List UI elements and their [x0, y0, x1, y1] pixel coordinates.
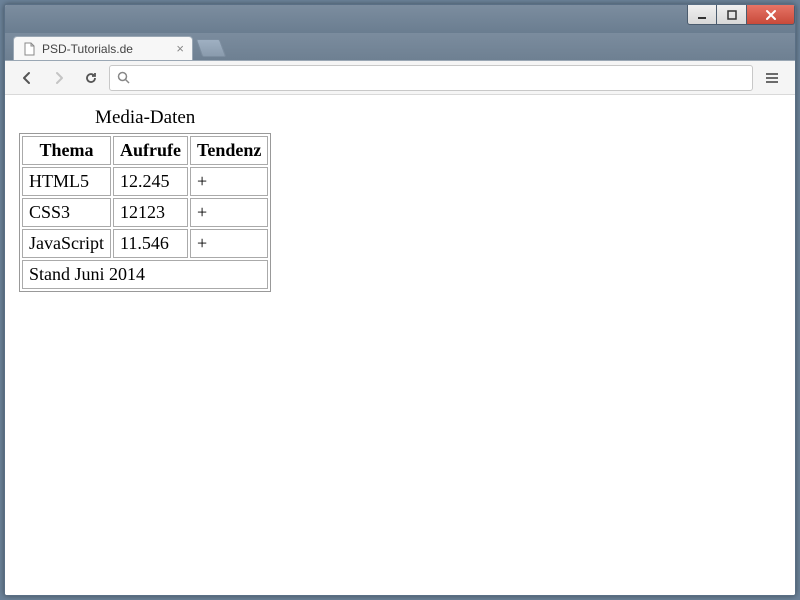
table-footer-row: Stand Juni 2014 [22, 260, 268, 289]
col-aufrufe: Aufrufe [113, 136, 188, 165]
minimize-button[interactable] [687, 5, 717, 25]
col-thema: Thema [22, 136, 111, 165]
tabstrip: PSD-Tutorials.de × [5, 33, 795, 61]
col-tendenz: Tendenz [190, 136, 268, 165]
maximize-button[interactable] [717, 5, 747, 25]
table-row: JavaScript 11.546 + [22, 229, 268, 258]
back-button[interactable] [13, 65, 41, 91]
forward-button[interactable] [45, 65, 73, 91]
cell-thema: CSS3 [22, 198, 111, 227]
cell-tendenz: + [190, 229, 268, 258]
browser-window: PSD-Tutorials.de × Media-Daten T [4, 4, 796, 596]
address-bar[interactable] [109, 65, 753, 91]
cell-thema: JavaScript [22, 229, 111, 258]
tab-title: PSD-Tutorials.de [42, 42, 170, 56]
table-row: HTML5 12.245 + [22, 167, 268, 196]
menu-button[interactable] [757, 65, 787, 91]
search-icon [116, 71, 130, 85]
table-row: CSS3 12123 + [22, 198, 268, 227]
reload-button[interactable] [77, 65, 105, 91]
close-button[interactable] [747, 5, 795, 25]
new-tab-button[interactable] [196, 39, 227, 57]
table-header-row: Thema Aufrufe Tendenz [22, 136, 268, 165]
table-caption: Media-Daten [19, 105, 271, 133]
cell-aufrufe: 12.245 [113, 167, 188, 196]
browser-tab[interactable]: PSD-Tutorials.de × [13, 36, 193, 60]
titlebar [5, 5, 795, 33]
media-table: Media-Daten Thema Aufrufe Tendenz HTML5 … [19, 105, 271, 292]
cell-tendenz: + [190, 198, 268, 227]
cell-aufrufe: 12123 [113, 198, 188, 227]
cell-thema: HTML5 [22, 167, 111, 196]
window-controls [687, 5, 795, 25]
table-footer: Stand Juni 2014 [22, 260, 268, 289]
page-icon [22, 42, 36, 56]
tab-close-icon[interactable]: × [176, 41, 184, 56]
cell-aufrufe: 11.546 [113, 229, 188, 258]
toolbar [5, 61, 795, 95]
cell-tendenz: + [190, 167, 268, 196]
page-content: Media-Daten Thema Aufrufe Tendenz HTML5 … [5, 95, 795, 595]
